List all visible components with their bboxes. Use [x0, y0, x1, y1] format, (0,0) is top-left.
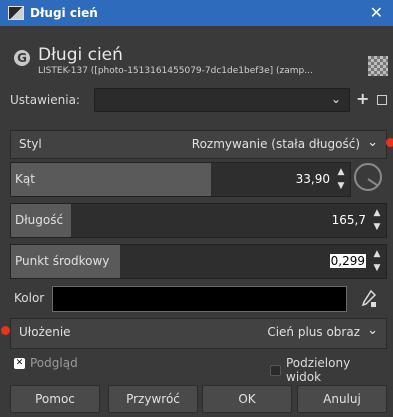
presets-menu-icon[interactable]: [377, 95, 387, 105]
composition-value: Cień plus obraz: [267, 325, 360, 339]
angle-spinscale[interactable]: Kąt 33,90 ▲ ▼: [10, 162, 351, 197]
add-preset-icon[interactable]: +: [356, 89, 369, 108]
midpoint-value[interactable]: 0,299: [329, 254, 366, 268]
chevron-down-icon: ⌄: [330, 92, 341, 106]
chevron-down-icon: ⌄: [367, 135, 378, 150]
preview-checkbox[interactable]: ✕ Podgląd: [14, 356, 78, 370]
app-icon: [8, 6, 24, 20]
window-titlebar: Długi cień ✕: [0, 0, 393, 26]
help-button[interactable]: Pomoc: [10, 385, 100, 413]
button-row: Pomoc Przywróć OK Anuluj: [10, 385, 387, 413]
checkbox-row: ✕ Podgląd Podzielony widok: [14, 356, 389, 384]
angle-dial[interactable]: [354, 163, 382, 191]
angle-stepper[interactable]: ▲ ▼: [335, 165, 347, 193]
chevron-down-icon: ⌄: [367, 323, 378, 338]
presets-row: Ustawienia: ⌄ +: [10, 88, 393, 114]
image-thumbnail: [368, 56, 388, 76]
style-combo[interactable]: Styl Rozmywanie (stała długość) ⌄: [10, 130, 387, 159]
angle-fill: [11, 163, 211, 196]
angle-label: Kąt: [15, 172, 35, 186]
composition-combo[interactable]: Ułożenie Cień plus obraz ⌄: [10, 318, 387, 349]
split-view-label: Podzielony widok: [286, 356, 351, 384]
color-swatch[interactable]: [52, 286, 347, 312]
length-spinscale[interactable]: Długość 165,7 ▲ ▼: [10, 203, 387, 238]
ok-button[interactable]: OK: [202, 385, 292, 413]
angle-dial-hand: [367, 178, 379, 187]
annotation-marker: [386, 138, 393, 147]
length-label: Długość: [15, 213, 64, 227]
midpoint-stepper[interactable]: ▲ ▼: [371, 247, 383, 275]
operation-name: Długi cień: [38, 45, 123, 65]
style-value: Rozmywanie (stała długość): [191, 137, 360, 151]
color-label: Kolor: [14, 291, 45, 305]
dialog-header: G Długi cień LISTEK-137 ([photo-15131614…: [0, 26, 393, 84]
cancel-button[interactable]: Anuluj: [297, 385, 387, 413]
preview-label: Podgląd: [30, 356, 78, 370]
operation-subtitle: LISTEK-137 ([photo-1513161455079-7dc1de1…: [38, 66, 313, 76]
preview-check-icon: ✕: [14, 357, 25, 369]
presets-combo[interactable]: ⌄: [94, 88, 350, 112]
midpoint-spinscale[interactable]: Punkt środkowy 0,299 ▲ ▼: [10, 244, 387, 279]
length-value: 165,7: [331, 213, 366, 227]
color-picker-icon[interactable]: [355, 286, 383, 312]
annotation-marker: [1, 326, 10, 335]
reset-button[interactable]: Przywróć: [108, 385, 198, 413]
angle-value: 33,90: [295, 172, 330, 186]
split-view-checkbox[interactable]: Podzielony widok: [270, 356, 389, 384]
window-title: Długi cień: [30, 6, 98, 20]
style-label: Styl: [19, 137, 42, 151]
close-icon[interactable]: ✕: [370, 3, 383, 22]
composition-label: Ułożenie: [19, 325, 71, 339]
midpoint-label: Punkt środkowy: [15, 254, 110, 268]
length-stepper[interactable]: ▲ ▼: [371, 206, 383, 234]
color-row: Kolor: [14, 286, 389, 312]
presets-label: Ustawienia:: [10, 93, 80, 107]
split-view-check-box: [270, 364, 281, 376]
gimp-logo-icon: G: [14, 50, 30, 66]
